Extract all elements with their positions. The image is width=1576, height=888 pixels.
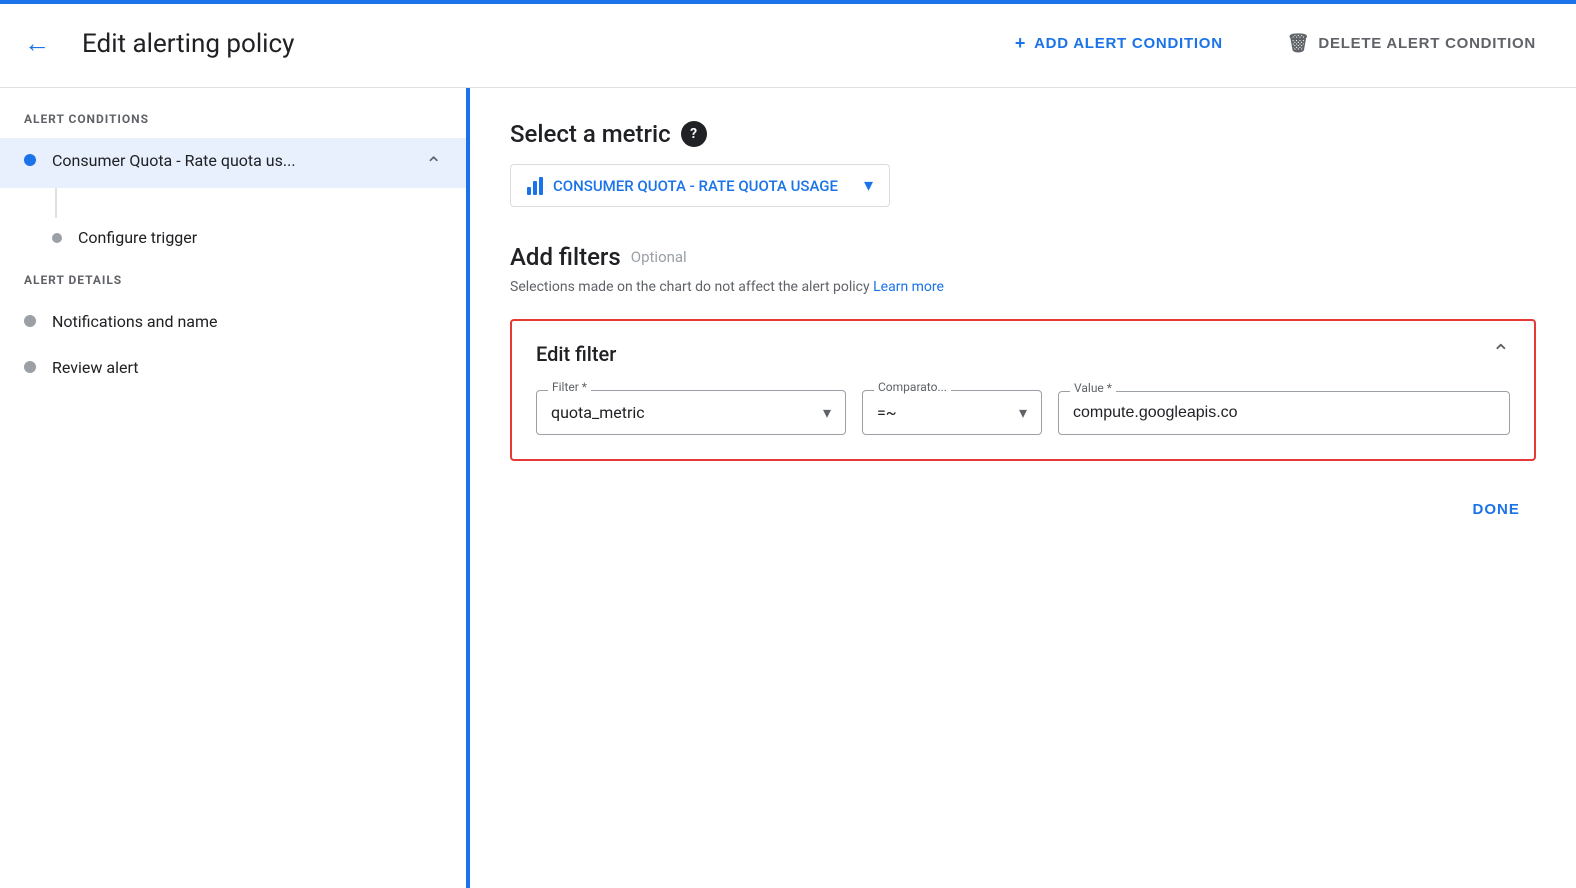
- filters-description: Selections made on the chart do not affe…: [510, 279, 1536, 295]
- edit-filter-header: Edit filter ⌃: [536, 341, 1510, 366]
- value-field-container: Value *: [1058, 391, 1510, 435]
- comparator-field-label: Comparato...: [874, 380, 951, 394]
- bar-chart-icon: [527, 177, 543, 195]
- filter-field-label: Filter *: [548, 380, 591, 394]
- delete-alert-condition-label: DELETE ALERT CONDITION: [1318, 35, 1536, 52]
- select-metric-title: Select a metric: [510, 120, 671, 148]
- add-filters-section: Add filters Optional: [510, 243, 1536, 271]
- value-input-wrap: Value *: [1058, 391, 1510, 435]
- sidebar-item-consumer-quota[interactable]: Consumer Quota - Rate quota us... ⌃: [0, 138, 466, 188]
- notifications-label: Notifications and name: [52, 311, 218, 333]
- add-alert-condition-button[interactable]: + ADD ALERT CONDITION: [999, 25, 1239, 62]
- collapse-icon[interactable]: ⌃: [1492, 341, 1510, 366]
- review-alert-label: Review alert: [52, 357, 138, 379]
- main-layout: ALERT CONDITIONS Consumer Quota - Rate q…: [0, 88, 1576, 888]
- back-button[interactable]: ←: [24, 28, 50, 59]
- sidebar-item-configure-trigger[interactable]: Configure trigger: [0, 218, 466, 257]
- alert-conditions-section-label: ALERT CONDITIONS: [0, 112, 466, 138]
- help-icon[interactable]: ?: [681, 121, 707, 147]
- metric-dropdown[interactable]: CONSUMER QUOTA - RATE QUOTA USAGE ▾: [510, 164, 890, 207]
- filters-optional-label: Optional: [631, 248, 687, 266]
- alert-details-section-label: ALERT DETAILS: [0, 273, 466, 299]
- edit-filter-box: Edit filter ⌃ Filter * quota_metric ▾ Co…: [510, 319, 1536, 461]
- done-button[interactable]: DONE: [1456, 493, 1536, 526]
- filter-dropdown[interactable]: quota_metric ▾: [536, 390, 846, 435]
- condition-dot-active: [24, 154, 36, 166]
- main-content: Select a metric ? CONSUMER QUOTA - RATE …: [470, 88, 1576, 888]
- value-input[interactable]: [1058, 391, 1510, 435]
- delete-icon: 🗑: [1287, 33, 1311, 54]
- filter-chevron-down-icon: ▾: [823, 403, 831, 422]
- review-dot: [24, 361, 36, 373]
- configure-trigger-label: Configure trigger: [78, 228, 197, 247]
- sidebar-item-notifications[interactable]: Notifications and name: [0, 299, 466, 345]
- filter-fields: Filter * quota_metric ▾ Comparato... =~ …: [536, 390, 1510, 435]
- sidebar-item-text-consumer-quota: Consumer Quota - Rate quota us...: [52, 150, 296, 172]
- metric-dropdown-label: CONSUMER QUOTA - RATE QUOTA USAGE: [553, 177, 838, 195]
- sidebar-connector-line: [55, 188, 57, 218]
- add-icon: +: [1015, 33, 1026, 54]
- delete-alert-condition-button[interactable]: 🗑 DELETE ALERT CONDITION: [1271, 25, 1552, 62]
- notifications-dot: [24, 315, 36, 327]
- add-filters-title: Add filters: [510, 243, 621, 271]
- chevron-down-icon: ▾: [864, 175, 873, 196]
- comparator-chevron-down-icon: ▾: [1019, 403, 1027, 422]
- page-title: Edit alerting policy: [82, 29, 967, 59]
- chevron-up-icon: ⌃: [425, 152, 442, 176]
- back-icon: ←: [24, 28, 50, 59]
- sidebar: ALERT CONDITIONS Consumer Quota - Rate q…: [0, 88, 470, 888]
- comparator-field-container: Comparato... =~ ▾: [862, 390, 1042, 435]
- alert-details-section: ALERT DETAILS Notifications and name Rev…: [0, 273, 466, 392]
- edit-filter-title: Edit filter: [536, 342, 616, 366]
- filter-value: quota_metric: [551, 403, 815, 422]
- learn-more-link[interactable]: Learn more: [873, 279, 944, 295]
- add-alert-condition-label: ADD ALERT CONDITION: [1034, 35, 1223, 52]
- done-row: DONE: [510, 477, 1536, 526]
- comparator-value: =~: [877, 403, 1011, 422]
- value-field-label: Value *: [1070, 381, 1116, 395]
- filter-field-container: Filter * quota_metric ▾: [536, 390, 846, 435]
- header: ← Edit alerting policy + ADD ALERT CONDI…: [0, 0, 1576, 88]
- sidebar-item-review-alert[interactable]: Review alert: [0, 345, 466, 391]
- comparator-dropdown[interactable]: =~ ▾: [862, 390, 1042, 435]
- select-metric-section: Select a metric ?: [510, 120, 1536, 148]
- sub-dot: [52, 233, 62, 243]
